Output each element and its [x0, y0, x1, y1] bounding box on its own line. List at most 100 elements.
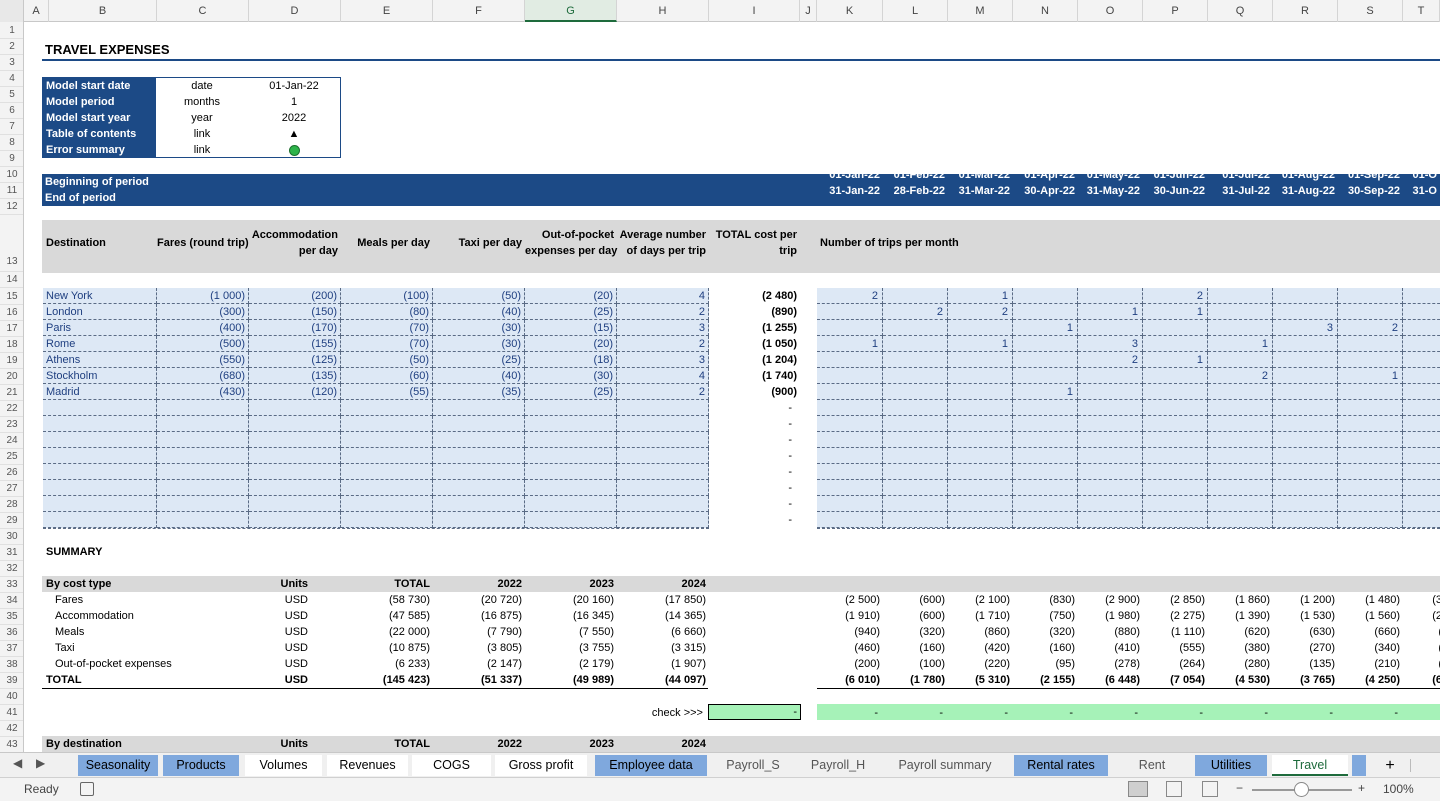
destination-value[interactable]: (40) [433, 304, 521, 320]
input-cell[interactable] [817, 304, 883, 320]
input-cell[interactable] [1013, 416, 1078, 432]
input-cell[interactable] [1208, 448, 1273, 464]
destination-value[interactable]: (50) [341, 352, 429, 368]
row-header-18[interactable]: 18 [0, 337, 23, 353]
input-cell[interactable] [1078, 368, 1143, 384]
row-header-12[interactable]: 12 [0, 199, 23, 215]
row-header-34[interactable]: 34 [0, 593, 23, 609]
row-header-2[interactable]: 2 [0, 39, 23, 55]
sheet-tab-cogs[interactable]: COGS [412, 755, 491, 776]
input-cell[interactable] [1273, 304, 1338, 320]
input-cell[interactable] [157, 512, 249, 528]
row-header-10[interactable]: 10 [0, 167, 23, 183]
input-cell[interactable] [817, 512, 883, 528]
destination-value[interactable]: (15) [525, 320, 613, 336]
input-cell[interactable] [157, 496, 249, 512]
destination-value[interactable]: (100) [341, 288, 429, 304]
input-cell[interactable] [1273, 368, 1338, 384]
destination-name[interactable]: Paris [46, 320, 71, 336]
input-cell[interactable] [1338, 448, 1403, 464]
row-header-32[interactable]: 32 [0, 561, 23, 577]
sheet-tab-products[interactable]: Products [163, 755, 239, 776]
input-cell[interactable] [1403, 304, 1440, 320]
input-cell[interactable] [883, 320, 948, 336]
input-cell[interactable] [1143, 416, 1208, 432]
sheet-tab-gross-profit[interactable]: Gross profit [495, 755, 587, 776]
input-cell[interactable] [1078, 288, 1143, 304]
trips-value[interactable]: 1 [1338, 368, 1398, 384]
input-cell[interactable] [883, 384, 948, 400]
column-header-i[interactable]: I [709, 0, 800, 22]
row-header-11[interactable]: 11 [0, 183, 23, 199]
page-break-view-icon[interactable] [1202, 781, 1218, 797]
input-cell[interactable] [1013, 288, 1078, 304]
input-cell[interactable] [1403, 384, 1440, 400]
row-header-25[interactable]: 25 [0, 449, 23, 465]
input-cell[interactable] [249, 416, 341, 432]
input-cell[interactable] [883, 416, 948, 432]
input-cell[interactable] [1208, 400, 1273, 416]
input-cell[interactable] [525, 432, 617, 448]
input-cell[interactable] [1208, 496, 1273, 512]
input-cell[interactable] [1403, 352, 1440, 368]
input-cell[interactable] [883, 512, 948, 528]
row-header-13[interactable]: 13 [0, 219, 23, 272]
trips-value[interactable]: 2 [948, 304, 1008, 320]
destination-value[interactable]: (20) [525, 288, 613, 304]
destination-value[interactable]: (125) [249, 352, 337, 368]
input-cell[interactable] [948, 448, 1013, 464]
input-cell[interactable] [1078, 432, 1143, 448]
row-header-27[interactable]: 27 [0, 481, 23, 497]
input-cell[interactable] [617, 416, 709, 432]
trips-value[interactable]: 2 [1208, 368, 1268, 384]
input-cell[interactable] [1403, 512, 1440, 528]
destination-value[interactable]: 2 [617, 304, 705, 320]
row-header-31[interactable]: 31 [0, 545, 23, 561]
input-cell[interactable] [1208, 320, 1273, 336]
column-header-c[interactable]: C [157, 0, 249, 22]
row-header-41[interactable]: 41 [0, 705, 23, 721]
input-cell[interactable] [1338, 416, 1403, 432]
column-header-e[interactable]: E [341, 0, 433, 22]
input-cell[interactable] [157, 416, 249, 432]
row-header-1[interactable]: 1 [0, 23, 23, 39]
input-cell[interactable] [817, 320, 883, 336]
input-cell[interactable] [525, 400, 617, 416]
input-cell[interactable] [341, 496, 433, 512]
row-header-29[interactable]: 29 [0, 513, 23, 529]
trips-value[interactable]: 1 [1013, 320, 1073, 336]
trips-value[interactable]: 2 [1143, 288, 1203, 304]
row-header-4[interactable]: 4 [0, 71, 23, 87]
input-cell[interactable] [817, 352, 883, 368]
input-cell[interactable] [1338, 432, 1403, 448]
row-header-7[interactable]: 7 [0, 119, 23, 135]
input-cell[interactable] [43, 416, 157, 432]
destination-value[interactable]: (60) [341, 368, 429, 384]
destination-value[interactable]: (120) [249, 384, 337, 400]
input-cell[interactable] [1338, 384, 1403, 400]
input-cell[interactable] [249, 464, 341, 480]
column-header-n[interactable]: N [1013, 0, 1078, 22]
row-header-39[interactable]: 39 [0, 673, 23, 689]
destination-value[interactable]: (40) [433, 368, 521, 384]
input-cell[interactable] [1143, 384, 1208, 400]
accessibility-icon[interactable] [80, 782, 94, 796]
destination-name[interactable]: London [46, 304, 83, 320]
column-header-k[interactable]: K [817, 0, 883, 22]
input-cell[interactable] [1143, 480, 1208, 496]
zoom-in-button[interactable]: + [1358, 781, 1365, 795]
row-header-8[interactable]: 8 [0, 135, 23, 151]
input-cell[interactable] [43, 432, 157, 448]
input-cell[interactable] [1013, 368, 1078, 384]
trips-value[interactable]: 1 [1143, 352, 1203, 368]
input-cell[interactable] [1013, 432, 1078, 448]
input-cell[interactable] [1208, 512, 1273, 528]
input-cell[interactable] [817, 464, 883, 480]
row-header-33[interactable]: 33 [0, 577, 23, 593]
sheet-tab-utilities[interactable]: Utilities [1195, 755, 1267, 776]
input-cell[interactable] [1078, 416, 1143, 432]
input-cell[interactable] [1403, 288, 1440, 304]
input-cell[interactable] [1078, 512, 1143, 528]
input-cell[interactable] [43, 480, 157, 496]
row-header-17[interactable]: 17 [0, 321, 23, 337]
